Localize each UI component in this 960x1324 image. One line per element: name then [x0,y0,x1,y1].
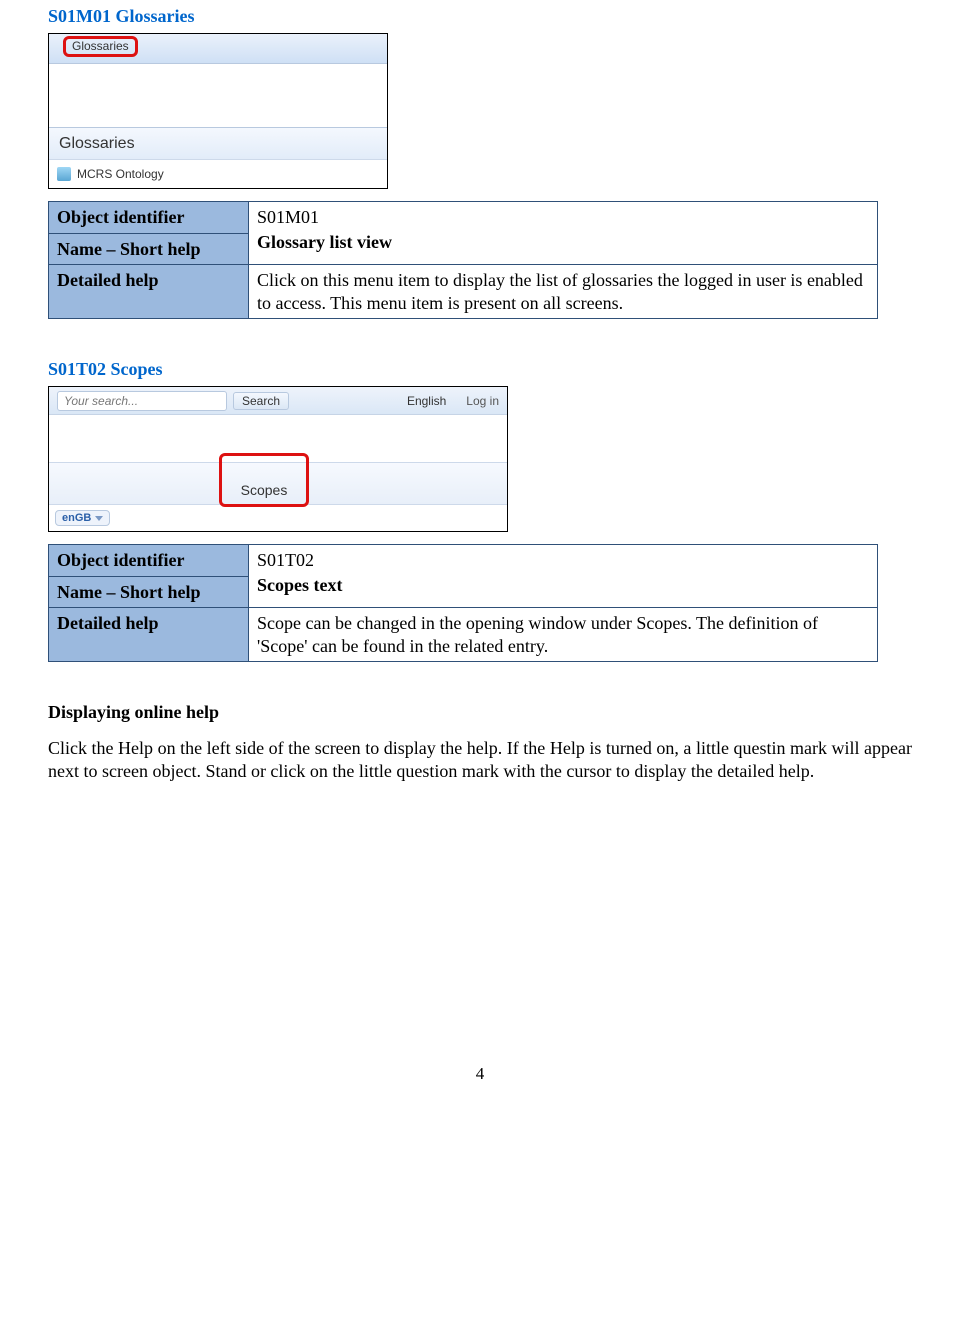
table-row: Detailed help Scope can be changed in th… [49,608,878,662]
row1-value: S01T02 [257,549,869,572]
search-button[interactable]: Search [233,392,289,410]
info-table-1: Object identifier S01M01 Glossary list v… [48,201,878,319]
row1-value: S01M01 [257,206,869,229]
row2-value: Scopes text [257,574,869,597]
row1-label: Object identifier [49,202,249,234]
row3-value: Scope can be changed in the opening wind… [249,608,878,662]
screenshot1-list-item[interactable]: MCRS Ontology [49,160,387,188]
row3-value: Click on this menu item to display the l… [249,265,878,319]
table-row: Object identifier S01T02 Scopes text [49,545,878,577]
row3-label: Detailed help [49,608,249,662]
login-link[interactable]: Log in [466,394,499,408]
language-link[interactable]: English [407,394,446,408]
ontology-icon [57,167,71,181]
row1-2-value: S01T02 Scopes text [249,545,878,608]
highlighted-tab-glossaries[interactable]: Glossaries [63,36,138,57]
screenshot2-toolbar: Your search... Search English Log in [49,387,507,415]
screenshot2-footer: enGB [49,505,507,531]
table-row: Detailed help Click on this menu item to… [49,265,878,319]
screenshot1-tabbar: Glossaries [49,34,387,64]
body-heading: Displaying online help [48,702,912,723]
row1-2-value: S01M01 Glossary list view [249,202,878,265]
row2-label: Name – Short help [49,233,249,265]
section1-heading: S01M01 Glossaries [48,6,912,27]
search-input[interactable]: Your search... [57,391,227,411]
screenshot2-panel-bar: Scopes [49,463,507,505]
page-number: 4 [48,1064,912,1084]
lang-pill-label: enGB [62,512,91,524]
info-table-2: Object identifier S01T02 Scopes text Nam… [48,544,878,662]
screenshot1-item-label: MCRS Ontology [77,167,164,181]
lang-pill[interactable]: enGB [55,510,110,526]
body-paragraph: Click the Help on the left side of the s… [48,737,912,784]
row2-label: Name – Short help [49,576,249,608]
row2-value: Glossary list view [257,231,869,254]
screenshot1-blank-area [49,64,387,128]
section2-heading: S01T02 Scopes [48,359,912,380]
screenshot-glossaries: Glossaries Glossaries MCRS Ontology [48,33,388,189]
screenshot1-panel-title: Glossaries [49,128,387,160]
row3-label: Detailed help [49,265,249,319]
table-row: Object identifier S01M01 Glossary list v… [49,202,878,234]
chevron-down-icon [95,516,103,521]
screenshot-scopes: Your search... Search English Log in Sco… [48,386,508,532]
highlighted-scopes-label: Scopes [219,453,309,507]
row1-label: Object identifier [49,545,249,577]
